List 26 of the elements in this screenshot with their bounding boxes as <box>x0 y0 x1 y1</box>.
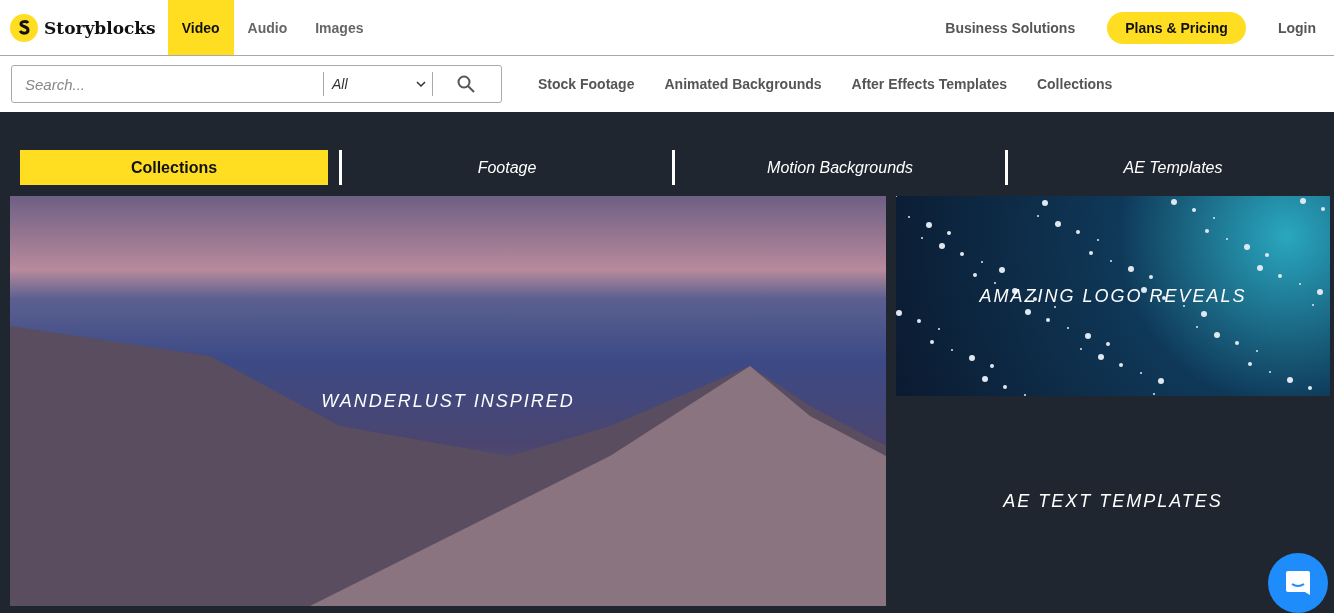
tile-title: WANDERLUST INSPIRED <box>321 390 575 412</box>
tile-title: AMAZING LOGO REVEALS <box>979 285 1247 307</box>
search-icon[interactable] <box>457 75 475 93</box>
nav-tab[interactable]: Video <box>167 0 234 55</box>
logo-icon <box>10 13 38 42</box>
business-link[interactable]: Business Solutions <box>927 0 1094 55</box>
search-field[interactable]: Search... All <box>11 65 502 103</box>
chevron-icon <box>416 81 426 87</box>
category-link[interactable]: After Effects Templates <box>833 76 1019 92</box>
collection-tab[interactable]: Collections <box>20 150 328 185</box>
collection-tile[interactable]: WANDERLUST INSPIRED <box>10 196 886 606</box>
tile-title: AE TEXT TEMPLATES <box>1003 490 1223 512</box>
category-link[interactable]: Animated Backgrounds <box>646 76 834 92</box>
category-link[interactable]: Collections <box>1018 76 1125 92</box>
collection-tab[interactable]: Motion Backgrounds <box>686 150 994 185</box>
collection-tab[interactable]: AE Templates <box>1019 150 1327 185</box>
login-link[interactable]: Login <box>1259 0 1334 55</box>
category-link[interactable]: Stock Footage <box>520 76 647 92</box>
collection-tile[interactable]: AMAZING LOGO REVEALS <box>896 196 1330 396</box>
plans-button[interactable]: Plans & Pricing <box>1107 11 1246 44</box>
category-select[interactable]: All <box>323 72 433 96</box>
nav-tab[interactable]: Audio <box>233 0 302 55</box>
logo-text: Storyblocks <box>44 17 156 38</box>
chat-icon <box>1284 569 1312 597</box>
collection-tab[interactable]: Footage <box>353 150 661 185</box>
nav-tab[interactable]: Images <box>301 0 378 55</box>
